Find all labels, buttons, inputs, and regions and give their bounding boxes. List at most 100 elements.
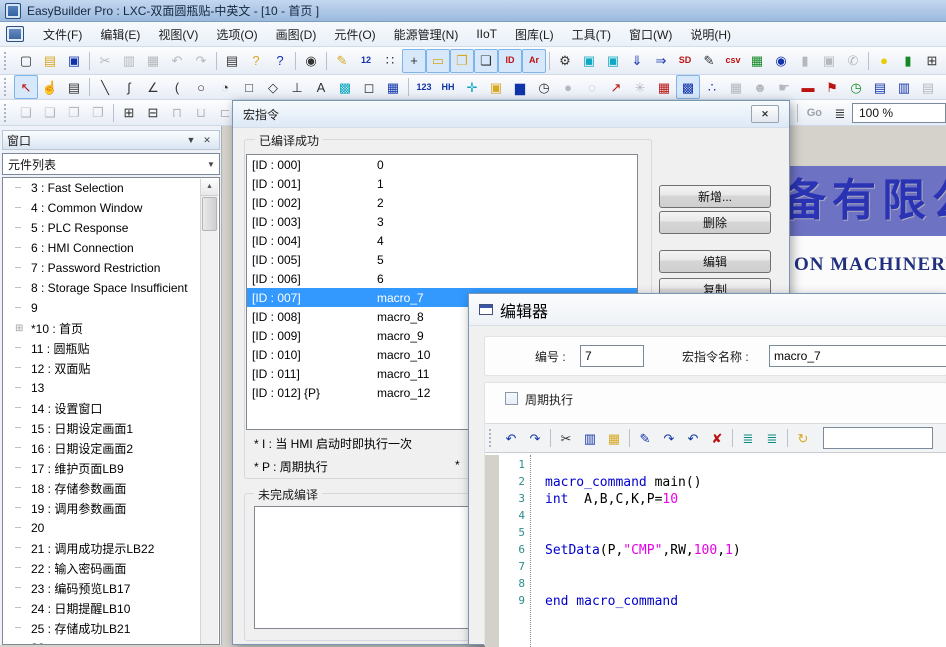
- round-button-icon[interactable]: ●: [556, 75, 580, 99]
- toolbar-grip[interactable]: [4, 104, 10, 122]
- ascii-display-icon[interactable]: HH: [436, 75, 460, 99]
- panel-mode-combo[interactable]: 元件列表 ▼: [2, 153, 220, 175]
- window-overlap-toggle-icon[interactable]: ❐: [450, 49, 474, 73]
- panel-menu-icon[interactable]: ▼: [183, 135, 199, 145]
- go-button[interactable]: Go: [807, 107, 822, 119]
- overview-icon[interactable]: ◉: [769, 49, 793, 73]
- clear-bookmarks-icon[interactable]: ✘: [705, 426, 729, 450]
- editor-search-combo[interactable]: [823, 427, 933, 449]
- date-setting-icon[interactable]: ▤: [868, 75, 892, 99]
- window-list-item[interactable]: ┄ 17 : 维护页面LB9: [3, 458, 219, 478]
- data-grid-icon[interactable]: ▦: [724, 75, 748, 99]
- find-icon[interactable]: ◉: [299, 49, 323, 73]
- window-list-item[interactable]: ┄ 19 : 调用参数画面: [3, 498, 219, 518]
- pie-icon[interactable]: ◔: [213, 75, 237, 99]
- scroll-up-icon[interactable]: ▲: [201, 179, 218, 196]
- menu-tool[interactable]: 工具(T): [563, 23, 620, 46]
- add-bookmark-icon[interactable]: ✎: [633, 426, 657, 450]
- window-list-item[interactable]: ┄ 13: [3, 378, 219, 398]
- bezier-icon[interactable]: ʃ: [117, 75, 141, 99]
- window-list-item[interactable]: ┄ 6 : HMI Connection: [3, 238, 219, 258]
- data-table-icon[interactable]: ▦: [745, 49, 769, 73]
- menu-energy[interactable]: 能源管理(N): [385, 23, 468, 46]
- window-list-item[interactable]: ┄ 7 : Password Restriction: [3, 258, 219, 278]
- menu-iiot[interactable]: IIoT: [467, 24, 506, 44]
- window-list-item[interactable]: ┄ 14 : 设置窗口: [3, 398, 219, 418]
- xy-plot-icon[interactable]: ∴: [700, 75, 724, 99]
- window-properties-icon[interactable]: ▤: [62, 75, 86, 99]
- context-help-icon[interactable]: ?: [268, 49, 292, 73]
- align-vcenter-icon[interactable]: ⊟: [141, 101, 165, 125]
- menu-object[interactable]: 元件(O): [325, 23, 384, 46]
- circle-icon[interactable]: ○: [189, 75, 213, 99]
- prev-bookmark-icon[interactable]: ↶: [681, 426, 705, 450]
- recipe-csv-icon[interactable]: csv: [721, 49, 745, 73]
- date-ruler-icon[interactable]: 12: [354, 49, 378, 73]
- pan-hand-icon[interactable]: ☝: [38, 75, 62, 99]
- align-hcenter-icon[interactable]: ⊞: [117, 101, 141, 125]
- cut-icon[interactable]: ✂: [93, 49, 117, 73]
- macro-list-row[interactable]: [ID : 004] 4: [247, 231, 637, 250]
- send-back-icon[interactable]: ❐: [86, 101, 110, 125]
- menu-window[interactable]: 窗口(W): [620, 23, 681, 46]
- redo-icon[interactable]: ↷: [189, 49, 213, 73]
- window-list-item[interactable]: ⊞ *10 : 首页: [3, 318, 219, 338]
- rebuild-download-icon[interactable]: ⇒: [649, 49, 673, 73]
- add-macro-button[interactable]: 新增...: [659, 185, 771, 208]
- menu-view[interactable]: 视图(V): [149, 23, 207, 46]
- align-top-icon[interactable]: ⊓: [165, 101, 189, 125]
- compile-icon[interactable]: ⚙: [553, 49, 577, 73]
- window-list-item[interactable]: ┄ 16 : 日期设定画面2: [3, 438, 219, 458]
- delete-macro-button[interactable]: 删除: [659, 211, 771, 234]
- picture-icon[interactable]: ▩: [333, 75, 357, 99]
- id-toggle-icon[interactable]: ID: [498, 49, 522, 73]
- operator-icon[interactable]: ☻: [748, 75, 772, 99]
- online-simulation-icon[interactable]: ▣: [577, 49, 601, 73]
- code-text[interactable]: macro_command main()int A,B,C,K,P=10SetD…: [531, 455, 946, 647]
- copy-icon[interactable]: ▥: [117, 49, 141, 73]
- window-list-item[interactable]: ┄ 18 : 存储参数画面: [3, 478, 219, 498]
- polyline-icon[interactable]: ∠: [141, 75, 165, 99]
- macro-dialog-titlebar[interactable]: 宏指令 ✕: [233, 101, 789, 128]
- window-list-item[interactable]: ┄ 26: [3, 638, 219, 645]
- window-list-item[interactable]: ┄ 8 : Storage Space Insufficient: [3, 278, 219, 298]
- pen-icon[interactable]: ✎: [330, 49, 354, 73]
- macro-list-row[interactable]: [ID : 006] 6: [247, 269, 637, 288]
- menu-edit[interactable]: 编辑(E): [91, 23, 149, 46]
- edit-data-icon[interactable]: ✎: [697, 49, 721, 73]
- bring-front-icon[interactable]: ❐: [62, 101, 86, 125]
- arc-icon[interactable]: (: [165, 75, 189, 99]
- next-bookmark-icon[interactable]: ↷: [657, 426, 681, 450]
- paste-icon[interactable]: ▦: [602, 426, 626, 450]
- flow-block-icon[interactable]: ▣: [484, 75, 508, 99]
- find-replace-icon[interactable]: ↻: [791, 426, 815, 450]
- window-list-item[interactable]: ┄ 15 : 日期设定画面1: [3, 418, 219, 438]
- scheduler-icon[interactable]: ◷: [844, 75, 868, 99]
- line-icon[interactable]: ╲: [93, 75, 117, 99]
- open-folder-icon[interactable]: ▤: [38, 49, 62, 73]
- menu-file[interactable]: 文件(F): [34, 23, 91, 46]
- history-data-icon[interactable]: ▦: [652, 75, 676, 99]
- window-list-item[interactable]: ┄ 12 : 双面贴: [3, 358, 219, 378]
- sd-card-icon[interactable]: SD: [673, 49, 697, 73]
- traffic-light-icon[interactable]: ▮: [896, 49, 920, 73]
- move-shape-icon[interactable]: ✛: [460, 75, 484, 99]
- menu-help[interactable]: 说明(H): [681, 23, 740, 46]
- menu-option[interactable]: 选项(O): [207, 23, 266, 46]
- scrollbar-thumb[interactable]: [202, 197, 217, 231]
- toolbar-grip[interactable]: [489, 429, 495, 447]
- compass-icon[interactable]: ✳: [628, 75, 652, 99]
- menu-draw[interactable]: 画图(D): [267, 23, 326, 46]
- macro-list-row[interactable]: [ID : 002] 2: [247, 193, 637, 212]
- grid-icon[interactable]: ∷: [378, 49, 402, 73]
- panel-close-icon[interactable]: ✕: [199, 135, 215, 146]
- hmi-state-icon[interactable]: ⊞: [920, 49, 944, 73]
- close-icon[interactable]: ✕: [751, 105, 779, 123]
- offline-simulation-icon[interactable]: ▣: [601, 49, 625, 73]
- select-arrow-icon[interactable]: ↖: [14, 75, 38, 99]
- phone-icon[interactable]: ✆: [841, 49, 865, 73]
- cut-icon[interactable]: ✂: [554, 426, 578, 450]
- mdi-child-icon[interactable]: [6, 26, 24, 42]
- meter-display-icon[interactable]: ◷: [532, 75, 556, 99]
- trend-display-icon[interactable]: ↗: [604, 75, 628, 99]
